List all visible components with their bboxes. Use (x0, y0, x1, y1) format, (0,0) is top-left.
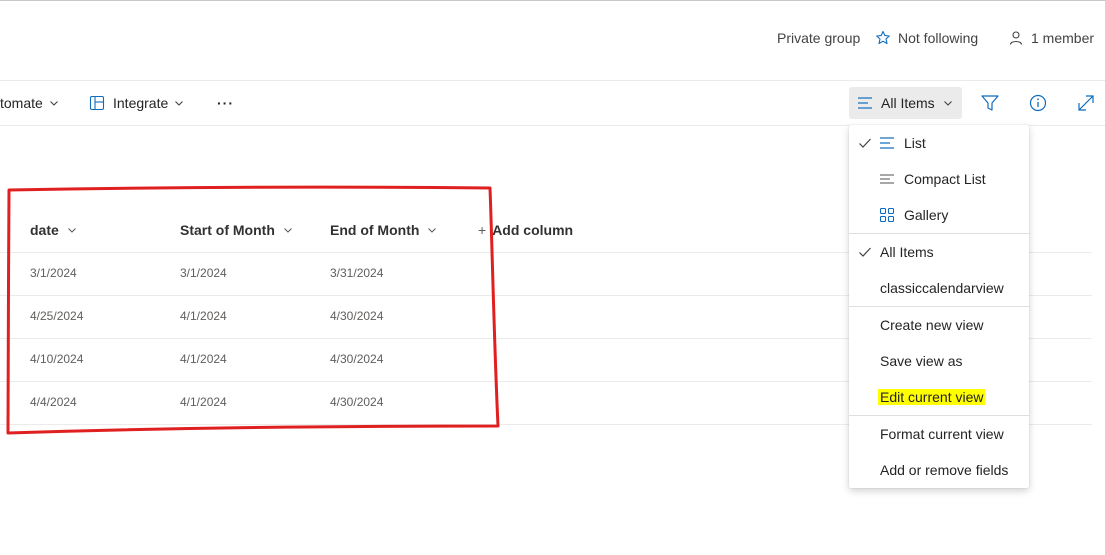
menu-item-label: classiccalendarview (880, 280, 1004, 296)
info-icon[interactable] (1028, 93, 1048, 113)
privacy-text: Private group (777, 30, 861, 46)
menu-item-all-items[interactable]: All Items (849, 234, 1029, 270)
menu-item-compact-list[interactable]: Compact List (849, 161, 1029, 197)
menu-item-label: Edit current view (878, 389, 986, 405)
expand-icon[interactable] (1076, 93, 1096, 113)
chevron-down-icon (49, 101, 58, 106)
menu-item-edit-current-view[interactable]: Edit current view (849, 379, 1029, 415)
gallery-grid-icon (879, 207, 895, 223)
menu-item-list[interactable]: List (849, 125, 1029, 161)
menu-item-create-new-view[interactable]: Create new view (849, 307, 1029, 343)
view-dropdown-menu: List Compact List Gallery All Items clas… (849, 125, 1029, 488)
automate-menu[interactable]: tomate (0, 93, 59, 113)
menu-item-label: Compact List (904, 171, 986, 187)
members-text: 1 member (1031, 30, 1095, 46)
privacy-label: Private group (777, 30, 860, 46)
header-divider (0, 80, 1105, 81)
integrate-label: Integrate (113, 95, 169, 111)
chevron-down-icon (175, 101, 184, 106)
automate-label: tomate (0, 95, 43, 111)
follow-button[interactable]: Not following (875, 30, 978, 46)
list-view-icon (858, 97, 872, 109)
star-icon (876, 30, 890, 45)
menu-item-label: Create new view (880, 317, 984, 333)
follow-text: Not following (898, 30, 979, 46)
menu-item-classiccalendarview[interactable]: classiccalendarview (849, 270, 1029, 306)
filter-icon[interactable] (980, 93, 1000, 113)
members-button[interactable]: 1 member (1008, 30, 1094, 46)
integrate-icon (89, 95, 105, 111)
checkmark-icon (859, 247, 871, 257)
menu-item-label: List (904, 135, 926, 151)
checkmark-icon (859, 138, 871, 148)
chevron-down-icon (943, 101, 952, 106)
integrate-menu[interactable]: Integrate (89, 93, 184, 113)
menu-item-add-or-remove-fields[interactable]: Add or remove fields (849, 452, 1029, 488)
menu-item-label: Save view as (880, 353, 963, 369)
menu-item-label: Format current view (880, 426, 1004, 442)
more-options-button[interactable]: ··· (217, 93, 234, 113)
red-annotation-rectangle (6, 185, 500, 435)
view-selector-label: All Items (881, 95, 935, 111)
menu-item-save-view-as[interactable]: Save view as (849, 343, 1029, 379)
person-icon (1009, 31, 1023, 45)
menu-item-label: Gallery (904, 207, 949, 223)
menu-item-gallery[interactable]: Gallery (849, 197, 1029, 233)
menu-item-label: All Items (880, 244, 934, 260)
list-view-icon (880, 137, 894, 149)
menu-item-label: Add or remove fields (880, 462, 1009, 478)
site-header: Private group Not following 1 member (0, 0, 1105, 80)
more-icon: ··· (217, 95, 234, 111)
view-selector-button[interactable]: All Items (849, 87, 962, 119)
menu-item-format-current-view[interactable]: Format current view (849, 416, 1029, 452)
compact-list-icon (880, 174, 894, 184)
